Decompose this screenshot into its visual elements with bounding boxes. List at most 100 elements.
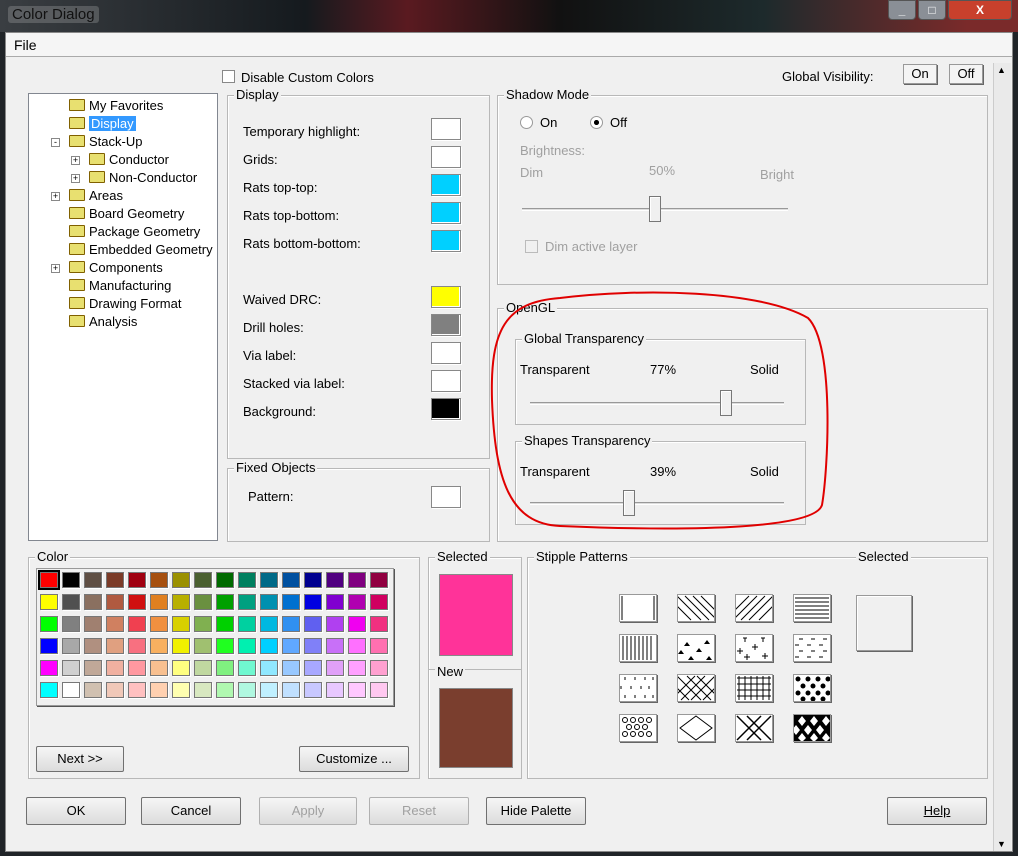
palette-color-cell[interactable]: [84, 682, 102, 698]
palette-color-cell[interactable]: [172, 572, 190, 588]
palette-color-cell[interactable]: [304, 572, 322, 588]
palette-color-cell[interactable]: [238, 660, 256, 676]
palette-color-cell[interactable]: [216, 660, 234, 676]
apply-button[interactable]: Apply: [259, 797, 357, 825]
display-color-swatch[interactable]: [431, 146, 461, 168]
close-button[interactable]: X: [948, 0, 1012, 20]
stipple-pattern-dots-dense[interactable]: [793, 674, 831, 702]
palette-color-cell[interactable]: [326, 594, 344, 610]
display-color-swatch[interactable]: [431, 342, 461, 364]
palette-color-cell[interactable]: [326, 682, 344, 698]
next-button[interactable]: Next >>: [36, 746, 124, 772]
palette-color-cell[interactable]: [150, 616, 168, 632]
display-color-swatch[interactable]: [431, 370, 461, 392]
palette-color-cell[interactable]: [194, 594, 212, 610]
display-color-swatch[interactable]: [431, 314, 461, 336]
tree-item[interactable]: + Components: [49, 259, 163, 277]
global-visibility-off-button[interactable]: Off: [949, 64, 983, 84]
tree-item[interactable]: Package Geometry: [49, 223, 200, 241]
minimize-button[interactable]: _: [888, 0, 916, 20]
palette-color-cell[interactable]: [62, 594, 80, 610]
shadow-off-radio[interactable]: [590, 116, 603, 129]
palette-color-cell[interactable]: [260, 638, 278, 654]
palette-color-cell[interactable]: [282, 660, 300, 676]
palette-color-cell[interactable]: [40, 682, 58, 698]
palette-color-cell[interactable]: [172, 660, 190, 676]
tree-item[interactable]: Embedded Geometry: [49, 241, 213, 259]
palette-color-cell[interactable]: [172, 638, 190, 654]
display-color-swatch[interactable]: [431, 230, 461, 252]
stipple-pattern-diag-back[interactable]: [676, 594, 716, 622]
scroll-up-icon[interactable]: ▲: [997, 65, 1006, 75]
category-tree[interactable]: My Favorites Display - Stack-Up + Conductor + N…: [28, 93, 218, 541]
tree-item[interactable]: My Favorites: [49, 97, 163, 115]
palette-color-cell[interactable]: [194, 638, 212, 654]
tree-item[interactable]: Display: [49, 115, 136, 133]
palette-color-cell[interactable]: [128, 638, 146, 654]
global-transparency-thumb[interactable]: [719, 390, 732, 416]
palette-color-cell[interactable]: [62, 616, 80, 632]
palette-color-cell[interactable]: [128, 660, 146, 676]
stipple-pattern-solid-border[interactable]: [619, 594, 657, 622]
stipple-pattern-x-diamond[interactable]: [735, 714, 773, 742]
expand-icon[interactable]: +: [71, 156, 80, 165]
palette-color-cell[interactable]: [106, 660, 124, 676]
stipple-pattern-horizontal[interactable]: [793, 594, 831, 622]
palette-color-cell[interactable]: [260, 572, 278, 588]
palette-color-cell[interactable]: [282, 682, 300, 698]
expand-icon[interactable]: +: [71, 174, 80, 183]
help-button[interactable]: Help: [887, 797, 987, 825]
palette-color-cell[interactable]: [348, 572, 366, 588]
palette-color-cell[interactable]: [304, 616, 322, 632]
palette-color-cell[interactable]: [106, 616, 124, 632]
palette-color-cell[interactable]: [62, 660, 80, 676]
tree-item[interactable]: + Areas: [49, 187, 123, 205]
palette-color-cell[interactable]: [260, 682, 278, 698]
palette-color-cell[interactable]: [172, 616, 190, 632]
palette-color-cell[interactable]: [84, 660, 102, 676]
palette-color-cell[interactable]: [150, 572, 168, 588]
palette-color-cell[interactable]: [106, 594, 124, 610]
palette-color-cell[interactable]: [62, 638, 80, 654]
vertical-scrollbar[interactable]: ▲ ▼: [993, 63, 1011, 851]
scroll-down-icon[interactable]: ▼: [997, 839, 1006, 849]
palette-color-cell[interactable]: [38, 570, 60, 590]
stipple-pattern-circles[interactable]: [619, 714, 657, 742]
brightness-slider-thumb[interactable]: [649, 196, 661, 222]
stipple-pattern-checker-diamond[interactable]: [792, 714, 831, 742]
cancel-button[interactable]: Cancel: [141, 797, 241, 825]
stipple-pattern-vertical[interactable]: [619, 634, 657, 662]
palette-color-cell[interactable]: [150, 638, 168, 654]
palette-color-cell[interactable]: [304, 594, 322, 610]
global-visibility-on-button[interactable]: On: [903, 64, 937, 84]
palette-color-cell[interactable]: [348, 660, 366, 676]
stipple-pattern-dashes[interactable]: [793, 634, 831, 662]
palette-color-cell[interactable]: [370, 660, 388, 676]
palette-color-cell[interactable]: [282, 594, 300, 610]
palette-color-cell[interactable]: [216, 638, 234, 654]
tree-item[interactable]: - Stack-Up: [49, 133, 142, 151]
palette-color-cell[interactable]: [370, 616, 388, 632]
palette-color-cell[interactable]: [370, 682, 388, 698]
display-color-swatch[interactable]: [431, 398, 461, 420]
palette-color-cell[interactable]: [370, 638, 388, 654]
pattern-swatch[interactable]: [431, 486, 461, 508]
expand-icon[interactable]: +: [51, 264, 60, 273]
expand-icon[interactable]: +: [51, 192, 60, 201]
customize-button[interactable]: Customize ...: [299, 746, 409, 772]
palette-color-cell[interactable]: [106, 682, 124, 698]
palette-color-cell[interactable]: [150, 682, 168, 698]
stipple-pattern-triangles[interactable]: [677, 634, 715, 662]
palette-color-cell[interactable]: [216, 616, 234, 632]
disable-custom-colors-checkbox[interactable]: [222, 70, 235, 83]
palette-color-cell[interactable]: [172, 682, 190, 698]
palette-color-cell[interactable]: [238, 616, 256, 632]
palette-color-cell[interactable]: [304, 638, 322, 654]
palette-color-cell[interactable]: [348, 616, 366, 632]
palette-color-cell[interactable]: [326, 572, 344, 588]
tree-item[interactable]: Drawing Format: [49, 295, 181, 313]
display-color-swatch[interactable]: [431, 118, 461, 140]
palette-color-cell[interactable]: [62, 572, 80, 588]
palette-color-cell[interactable]: [84, 594, 102, 610]
palette-color-cell[interactable]: [282, 572, 300, 588]
